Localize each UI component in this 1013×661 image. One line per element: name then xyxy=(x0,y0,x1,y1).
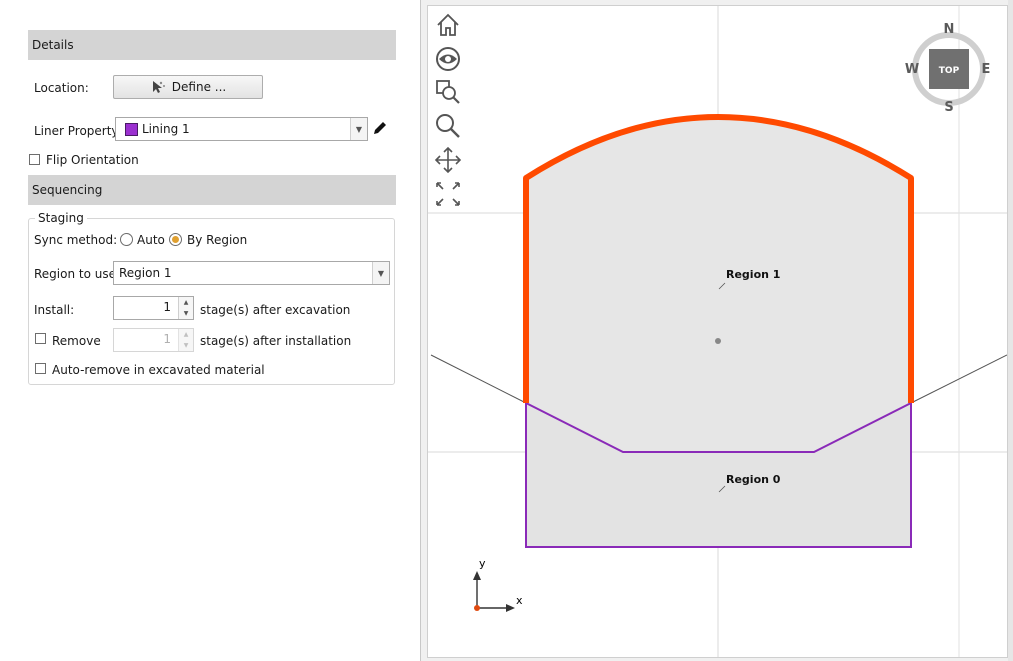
define-cursor-icon xyxy=(152,81,165,93)
zoom-icon[interactable] xyxy=(434,112,462,140)
liner-property-label: Liner Property: xyxy=(34,124,122,138)
define-button-label: Define ... xyxy=(171,80,227,94)
properties-panel: Details Location: Define ... Liner Prope… xyxy=(0,0,421,661)
side-scrollbar[interactable] xyxy=(1008,0,1013,661)
flip-orientation-checkbox[interactable] xyxy=(29,154,40,165)
sync-by-region-label: By Region xyxy=(187,233,248,247)
region-1-label: Region 1 xyxy=(726,268,780,281)
auto-remove-checkbox[interactable] xyxy=(35,363,46,374)
sync-auto-radio[interactable] xyxy=(120,233,133,246)
x-axis-label: x xyxy=(516,594,523,607)
install-suffix: stage(s) after excavation xyxy=(200,303,351,317)
install-stepper[interactable]: 1 ▲ ▼ xyxy=(113,296,194,320)
sync-by-region-radio[interactable] xyxy=(169,233,182,246)
compass-n: N xyxy=(944,22,955,37)
region-to-use-value: Region 1 xyxy=(119,266,172,280)
zoom-extents-icon[interactable] xyxy=(434,180,462,208)
details-header[interactable]: Details xyxy=(28,30,396,60)
remove-suffix: stage(s) after installation xyxy=(200,334,352,348)
remove-checkbox[interactable] xyxy=(35,333,46,344)
chevron-down-icon[interactable]: ▼ xyxy=(372,262,389,284)
chevron-down-icon[interactable]: ▼ xyxy=(350,118,367,140)
auto-remove-label: Auto-remove in excavated material xyxy=(52,363,265,377)
home-icon[interactable] xyxy=(434,11,462,39)
remove-stepper[interactable]: 1 ▲ ▼ xyxy=(113,328,194,352)
centroid-point xyxy=(715,338,721,344)
model-viewport[interactable]: Region 1 Region 0 y x TOP N S W E xyxy=(427,5,1008,658)
liner-property-value: Lining 1 xyxy=(142,122,190,136)
pan-icon[interactable] xyxy=(434,146,462,174)
staging-title: Staging xyxy=(35,211,87,225)
view-compass[interactable]: TOP N S W E xyxy=(905,22,991,115)
sequencing-header[interactable]: Sequencing xyxy=(28,175,396,205)
stepper-arrows-icon[interactable]: ▲ ▼ xyxy=(178,297,193,319)
region-0-label: Region 0 xyxy=(726,473,781,486)
region-1-shape[interactable] xyxy=(526,117,911,452)
axis-triad: y x xyxy=(473,557,523,612)
liner-property-dropdown[interactable]: Lining 1 ▼ xyxy=(115,117,368,141)
remove-label: Remove xyxy=(52,334,101,348)
define-button[interactable]: Define ... xyxy=(113,75,263,99)
compass-center-label: TOP xyxy=(939,66,960,76)
install-value: 1 xyxy=(163,300,171,314)
zoom-window-icon[interactable] xyxy=(434,78,462,106)
stepper-arrows-icon[interactable]: ▲ ▼ xyxy=(178,329,193,351)
sync-method-label: Sync method: xyxy=(34,233,118,247)
location-label: Location: xyxy=(34,81,89,95)
install-label: Install: xyxy=(34,303,75,317)
model-canvas[interactable]: Region 1 Region 0 y x TOP N S W E xyxy=(428,6,1008,658)
region-to-use-label: Region to use: xyxy=(34,267,121,281)
eye-icon[interactable] xyxy=(434,45,462,73)
region-to-use-dropdown[interactable]: Region 1 ▼ xyxy=(113,261,390,285)
liner-color-swatch xyxy=(125,122,138,136)
remove-value: 1 xyxy=(163,332,171,346)
flip-orientation-label: Flip Orientation xyxy=(46,153,139,167)
sync-auto-label: Auto xyxy=(137,233,165,247)
compass-s: S xyxy=(944,100,953,115)
edit-pencil-icon[interactable] xyxy=(372,120,388,136)
compass-w: W xyxy=(905,62,919,77)
compass-e: E xyxy=(982,62,991,77)
y-axis-label: y xyxy=(479,557,486,570)
